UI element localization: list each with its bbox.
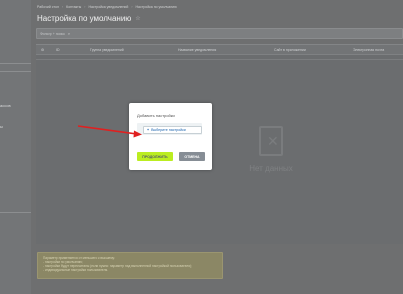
search-icon[interactable]: ⌕ [68, 31, 70, 36]
column-header-site[interactable]: Сайт в приложении [274, 48, 306, 52]
empty-state-text: Нет данных [249, 164, 293, 173]
choose-settings-label: Выберите настройки [151, 128, 186, 132]
breadcrumb-item: Настройка по умолчанию [135, 5, 177, 9]
breadcrumb-separator-icon: › [61, 5, 64, 9]
sidebar-divider [0, 212, 31, 213]
column-header-name[interactable]: Название уведомления [178, 48, 216, 52]
sidebar-divider [0, 71, 31, 72]
sidebar-item-fragment[interactable]: ассов [0, 103, 31, 108]
left-sidebar: ассов ы [0, 0, 31, 294]
breadcrumb: Рабочий стол › Контакты › Настройка увед… [37, 5, 177, 9]
plus-icon: + [147, 128, 150, 132]
column-header-id[interactable]: ID [56, 48, 60, 52]
sidebar-item-fragment[interactable]: ы [0, 124, 31, 129]
continue-button[interactable]: ПРОДОЛЖИТЬ [137, 152, 173, 161]
breadcrumb-separator-icon: › [131, 5, 133, 9]
add-settings-dialog: Добавить настройки + Выберите настройки … [129, 103, 212, 170]
settings-icon[interactable]: ⚙ [41, 48, 44, 52]
column-header-email[interactable]: Электронная почта [353, 48, 384, 52]
column-header-group[interactable]: Группа уведомлений [90, 48, 124, 52]
breadcrumb-item[interactable]: Рабочий стол [37, 5, 59, 9]
sidebar-divider [0, 63, 31, 64]
help-note-line: - индивидуальные настройки пользователя. [43, 268, 109, 272]
empty-document-icon: ✕ [259, 126, 283, 156]
horizontal-scrollbar[interactable] [36, 59, 403, 60]
help-note: Параметр применяется от меньшего к высше… [37, 252, 223, 279]
breadcrumb-separator-icon: › [84, 5, 86, 9]
breadcrumb-item[interactable]: Настройка уведомлений [88, 5, 128, 9]
settings-selector: + Выберите настройки [137, 123, 202, 135]
search-input[interactable]: Фильтр + поиск ⌕ [36, 28, 403, 39]
breadcrumb-item[interactable]: Контакты [66, 5, 81, 9]
grid-header: ⚙ ID Группа уведомлений Название уведомл… [36, 45, 403, 55]
data-grid: ⚙ ID Группа уведомлений Название уведомл… [36, 44, 403, 244]
star-icon[interactable]: ☆ [135, 15, 140, 22]
search-placeholder: Фильтр + поиск [40, 31, 65, 36]
dialog-title: Добавить настройки [137, 113, 175, 118]
cancel-button[interactable]: ОТМЕНА [179, 152, 205, 161]
choose-settings-button[interactable]: + Выберите настройки [143, 126, 202, 134]
page-header: Настройка по умолчанию ☆ [37, 14, 141, 23]
page-title: Настройка по умолчанию [37, 14, 132, 23]
empty-state: ✕ Нет данных [246, 126, 296, 173]
